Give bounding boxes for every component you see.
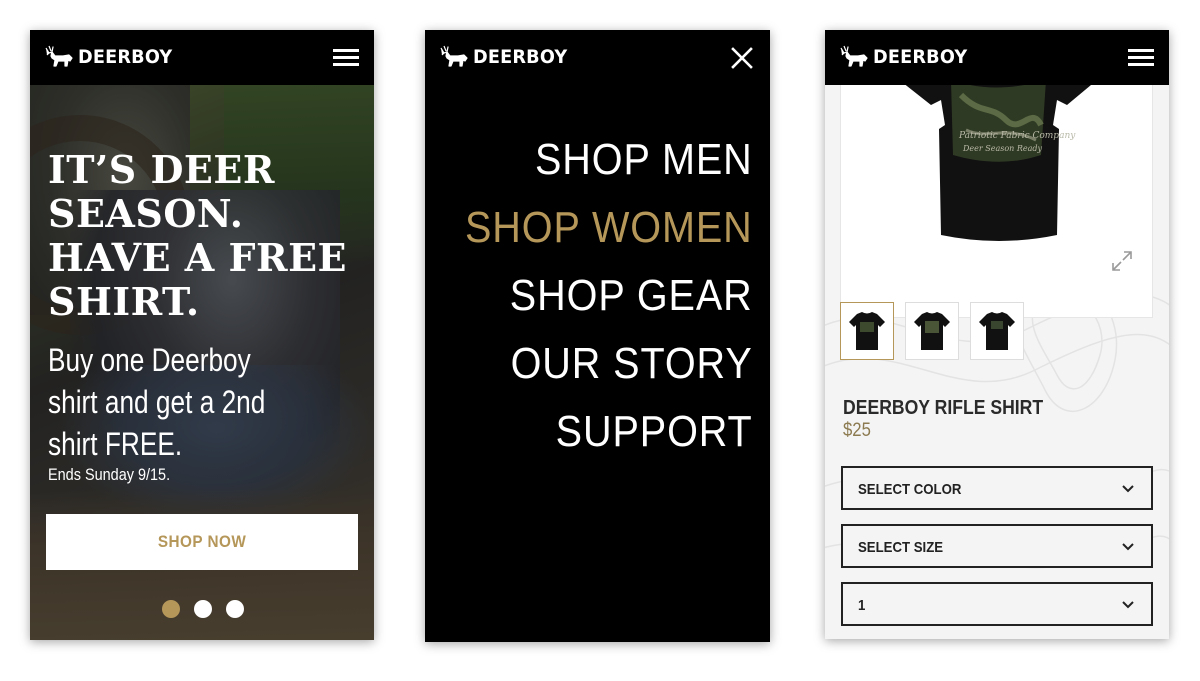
hero-title-line: SEASON.: [48, 191, 244, 236]
chevron-down-icon: [1122, 543, 1134, 551]
carousel-dots: [162, 600, 244, 618]
product-price: $25: [843, 420, 871, 441]
promo-end-date: Ends Sunday 9/15.: [48, 465, 171, 484]
logo-text: DEERBOY: [873, 46, 968, 68]
hero-title: IT’S DEER SEASON. HAVE A FREE SHIRT.: [48, 147, 347, 324]
expand-icon[interactable]: [1109, 248, 1135, 274]
deer-logo-icon: [840, 45, 868, 67]
deer-logo-icon: [440, 45, 468, 67]
site-header: DEERBOY: [825, 30, 1169, 85]
menu-item-shop-men[interactable]: SHOP MEN: [465, 126, 753, 194]
hero-subtitle-line: Buy one Deerboy: [48, 342, 251, 378]
hero-title-line: SHIRT.: [48, 279, 200, 324]
close-icon[interactable]: [730, 46, 754, 70]
nav-menu: SHOP MEN SHOP WOMEN SHOP GEAR OUR STORY …: [433, 126, 753, 466]
tshirt-thumbnail-image: [979, 312, 1015, 350]
hero-screen: DEERBOY IT’S DEER SEASON. HAVE A FREE SH…: [30, 30, 374, 640]
hero-subtitle: Buy one Deerboy shirt and get a 2nd shir…: [48, 339, 294, 465]
carousel-dot[interactable]: [226, 600, 244, 618]
thumbnail[interactable]: [905, 302, 959, 360]
hamburger-menu-icon[interactable]: [1128, 49, 1154, 67]
hero-title-line: HAVE A FREE: [48, 235, 347, 280]
thumbnail[interactable]: [970, 302, 1024, 360]
site-logo[interactable]: DEERBOY: [438, 43, 574, 71]
tshirt-thumbnail-image: [849, 312, 885, 350]
carousel-dot[interactable]: [194, 600, 212, 618]
logo-text: DEERBOY: [78, 46, 173, 68]
product-main-image[interactable]: Patriotic Fabric Company Deer Season Rea…: [840, 85, 1153, 318]
hamburger-menu-icon[interactable]: [333, 49, 359, 67]
site-logo[interactable]: DEERBOY: [43, 43, 179, 71]
hero-title-line: IT’S DEER: [48, 147, 275, 192]
thumbnail[interactable]: [840, 302, 894, 360]
quantity-value: 1: [858, 597, 866, 614]
select-color-label: SELECT COLOR: [858, 481, 962, 498]
menu-item-shop-gear[interactable]: SHOP GEAR: [465, 262, 753, 330]
svg-text:Deer Season Ready: Deer Season Ready: [962, 144, 1043, 153]
product-title: DEERBOY RIFLE SHIRT: [843, 397, 1044, 419]
menu-item-shop-women[interactable]: SHOP WOMEN: [465, 194, 753, 262]
hero-subtitle-line: shirt FREE.: [48, 426, 183, 462]
select-color-dropdown[interactable]: SELECT COLOR: [841, 466, 1153, 510]
chevron-down-icon: [1122, 485, 1134, 493]
select-size-label: SELECT SIZE: [858, 539, 944, 556]
logo-text: DEERBOY: [473, 46, 568, 68]
tshirt-image: Patriotic Fabric Company Deer Season Rea…: [905, 85, 1091, 241]
shop-now-button[interactable]: SHOP NOW: [46, 514, 358, 570]
deer-logo-icon: [45, 45, 73, 67]
product-thumbnails: [840, 302, 1024, 360]
menu-item-our-story[interactable]: OUR STORY: [465, 330, 753, 398]
tshirt-thumbnail-image: [914, 312, 950, 350]
site-header: DEERBOY: [425, 30, 770, 85]
carousel-dot[interactable]: [162, 600, 180, 618]
quantity-dropdown[interactable]: 1: [841, 582, 1153, 626]
svg-text:Patriotic Fabric Company: Patriotic Fabric Company: [958, 131, 1076, 141]
menu-screen: DEERBOY SHOP MEN SHOP WOMEN SHOP GEAR OU…: [425, 30, 770, 642]
shop-now-label: SHOP NOW: [157, 532, 247, 551]
chevron-down-icon: [1122, 601, 1134, 609]
hero-subtitle-line: shirt and get a 2nd: [48, 384, 266, 420]
site-header: DEERBOY: [30, 30, 374, 85]
select-size-dropdown[interactable]: SELECT SIZE: [841, 524, 1153, 568]
product-screen: DEERBOY Patriotic Fabric Company Deer Se…: [825, 30, 1169, 639]
menu-item-support[interactable]: SUPPORT: [465, 398, 753, 466]
site-logo[interactable]: DEERBOY: [838, 43, 974, 71]
